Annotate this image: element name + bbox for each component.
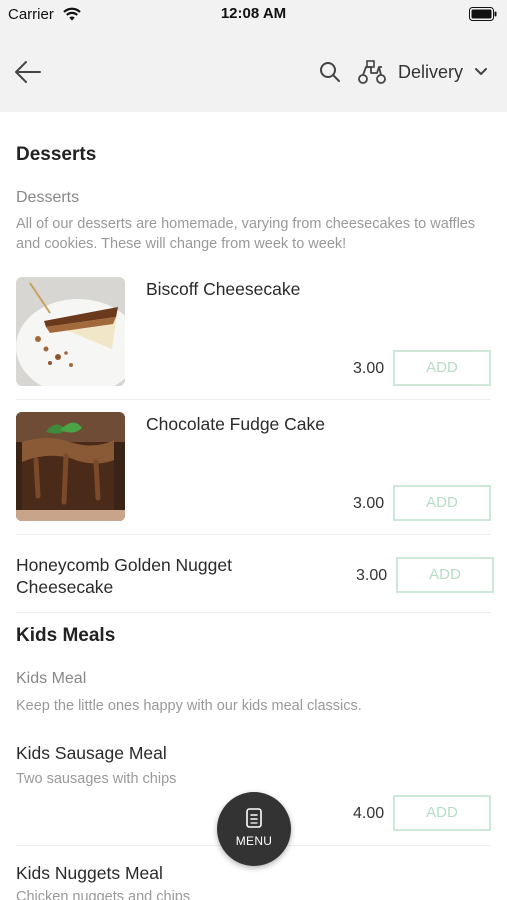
clock: 12:08 AM xyxy=(220,5,287,22)
menu-button[interactable]: MENU xyxy=(217,792,291,866)
add-button[interactable]: ADD xyxy=(393,485,491,521)
search-icon[interactable] xyxy=(318,60,342,84)
divider xyxy=(16,399,491,400)
status-bar: Carrier 12:08 AM xyxy=(0,0,507,32)
divider xyxy=(16,612,491,613)
delivery-scooter-icon[interactable] xyxy=(357,59,387,85)
divider xyxy=(16,534,491,535)
category-description: All of our desserts are homemade, varyin… xyxy=(16,216,476,252)
item-price: 3.00 xyxy=(353,495,385,512)
fudge-cake-photo xyxy=(16,412,125,521)
item-description: Two sausages with chips xyxy=(16,771,177,787)
menu-book-icon xyxy=(246,808,262,828)
back-arrow-icon[interactable] xyxy=(12,58,44,86)
item-price: 3.00 xyxy=(353,360,385,377)
delivery-mode-selector[interactable]: Delivery xyxy=(398,62,463,83)
item-price: 4.00 xyxy=(353,805,385,822)
cheesecake-photo xyxy=(16,277,125,386)
section-title: Kids Meals xyxy=(16,625,116,646)
add-button[interactable]: ADD xyxy=(393,350,491,386)
section-title: Desserts xyxy=(16,144,97,165)
category-subtitle: Desserts xyxy=(16,189,80,206)
biscoff-cheesecake-image[interactable] xyxy=(16,277,125,386)
menu-button-label: MENU xyxy=(235,834,273,848)
item-description: Chicken nuggets and chips xyxy=(16,889,191,900)
item-name[interactable]: Kids Nuggets Meal xyxy=(16,862,163,884)
item-price: 3.00 xyxy=(356,567,388,584)
item-name[interactable]: Biscoff Cheesecake xyxy=(146,278,300,300)
category-subtitle: Kids Meal xyxy=(16,670,87,687)
menu-list[interactable]: Desserts Desserts All of our desserts ar… xyxy=(0,112,507,900)
chocolate-fudge-cake-image[interactable] xyxy=(16,412,125,521)
category-description: Keep the little ones happy with our kids… xyxy=(16,698,362,714)
item-name[interactable]: Chocolate Fudge Cake xyxy=(146,413,325,435)
add-button[interactable]: ADD xyxy=(393,795,491,831)
chevron-down-icon[interactable] xyxy=(474,67,488,77)
battery-icon xyxy=(469,7,497,21)
item-name[interactable]: Honeycomb Golden Nugget Cheesecake xyxy=(16,554,276,598)
top-nav-bar: Delivery xyxy=(0,32,507,112)
add-button[interactable]: ADD xyxy=(396,557,494,593)
item-name[interactable]: Kids Sausage Meal xyxy=(16,742,167,764)
